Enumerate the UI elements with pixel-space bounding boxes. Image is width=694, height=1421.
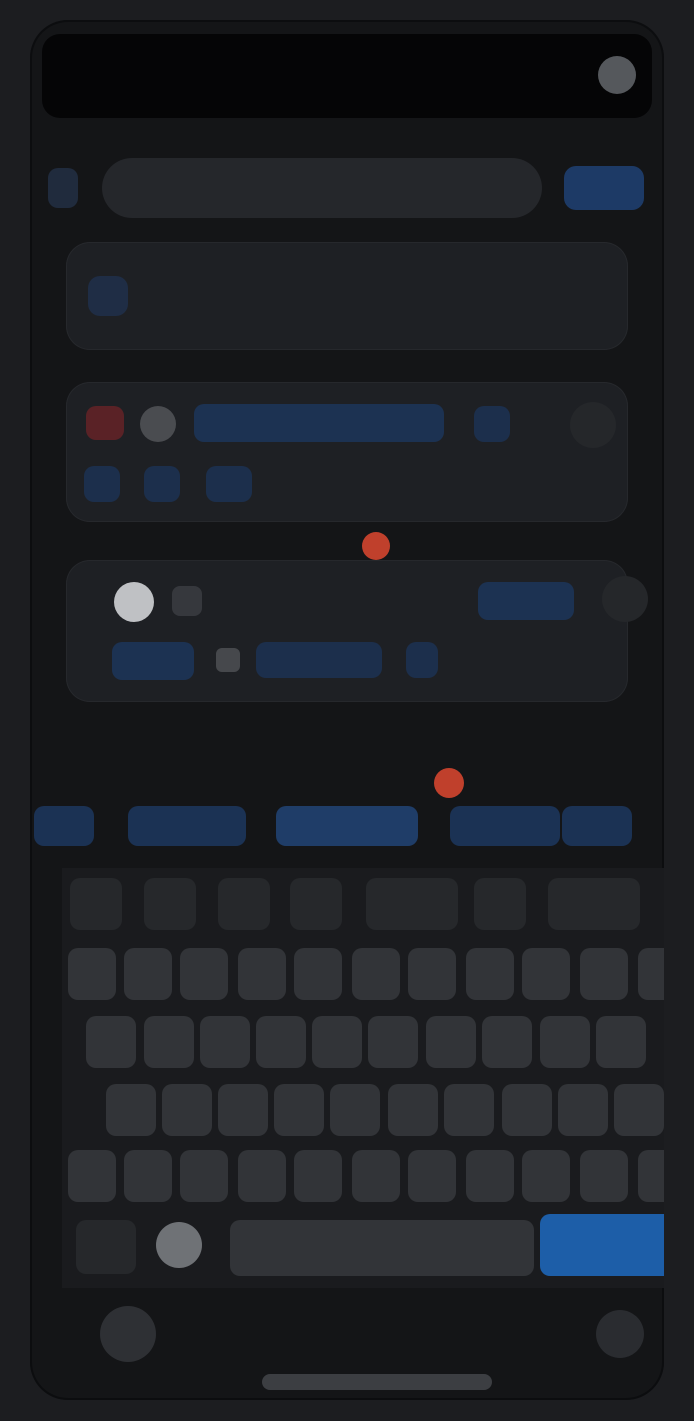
key[interactable]	[352, 948, 400, 1000]
key[interactable]	[70, 878, 122, 930]
address-bar-row	[44, 158, 650, 218]
key[interactable]	[256, 1016, 306, 1068]
key[interactable]	[522, 948, 570, 1000]
toolbar-button-5[interactable]	[562, 806, 632, 846]
notification-badge	[362, 532, 390, 560]
key[interactable]	[408, 948, 456, 1000]
search-card[interactable]	[66, 242, 628, 350]
tag-chip-3[interactable]	[206, 466, 252, 502]
key[interactable]	[238, 1150, 286, 1202]
key[interactable]	[218, 1084, 268, 1136]
toolbar-button-3[interactable]	[276, 806, 418, 846]
key[interactable]	[638, 948, 664, 1000]
key[interactable]	[368, 1016, 418, 1068]
key[interactable]	[124, 1150, 172, 1202]
key[interactable]	[200, 1016, 250, 1068]
backspace-key[interactable]	[638, 1150, 664, 1202]
key[interactable]	[68, 948, 116, 1000]
keyboard-toolbar	[34, 796, 664, 856]
more-icon[interactable]	[602, 576, 648, 622]
phone-screen	[30, 20, 664, 1400]
card-link[interactable]	[112, 642, 194, 680]
home-indicator[interactable]	[262, 1374, 492, 1390]
key[interactable]	[474, 878, 526, 930]
key[interactable]	[596, 1016, 646, 1068]
status-time	[116, 60, 212, 90]
avatar	[140, 406, 176, 442]
key[interactable]	[312, 1016, 362, 1068]
keyboard-go-button[interactable]	[540, 1214, 664, 1276]
battery-icon	[598, 56, 636, 94]
key[interactable]	[444, 1084, 494, 1136]
key[interactable]	[106, 1084, 156, 1136]
address-go-button[interactable]	[564, 166, 644, 210]
key[interactable]	[144, 1016, 194, 1068]
status-indicators	[502, 64, 582, 88]
key[interactable]	[180, 1150, 228, 1202]
space-bar[interactable]	[230, 1220, 534, 1276]
toolbar-button-4[interactable]	[450, 806, 560, 846]
url-field[interactable]	[102, 158, 542, 218]
search-query	[146, 278, 546, 314]
key[interactable]	[558, 1084, 608, 1136]
key[interactable]	[502, 1084, 552, 1136]
tag-chip-wide[interactable]	[256, 642, 382, 678]
result-card-2[interactable]	[66, 560, 648, 702]
key[interactable]	[482, 1016, 532, 1068]
search-icon	[88, 276, 128, 316]
key[interactable]	[388, 1084, 438, 1136]
status-bar	[42, 34, 652, 118]
card-pill[interactable]	[478, 582, 574, 620]
key[interactable]	[466, 948, 514, 1000]
key[interactable]	[540, 1016, 590, 1068]
key[interactable]	[294, 948, 342, 1000]
avatar	[114, 582, 154, 622]
key[interactable]	[330, 1084, 380, 1136]
key[interactable]	[580, 1150, 628, 1202]
key[interactable]	[86, 1016, 136, 1068]
key[interactable]	[614, 1084, 664, 1136]
key[interactable]	[408, 1150, 456, 1202]
key[interactable]	[162, 1084, 212, 1136]
key[interactable]	[426, 1016, 476, 1068]
shift-key[interactable]	[68, 1150, 116, 1202]
field-label	[170, 756, 330, 788]
key[interactable]	[218, 878, 270, 930]
back-icon[interactable]	[48, 168, 78, 208]
key[interactable]	[466, 1150, 514, 1202]
numbers-key[interactable]	[76, 1220, 136, 1274]
card-pill[interactable]	[194, 404, 444, 442]
card-title	[212, 586, 452, 616]
key[interactable]	[124, 948, 172, 1000]
globe-icon[interactable]	[100, 1306, 156, 1362]
key[interactable]	[238, 948, 286, 1000]
key[interactable]	[522, 1150, 570, 1202]
link-icon[interactable]	[474, 406, 510, 442]
key[interactable]	[352, 1150, 400, 1202]
key[interactable]	[274, 1084, 324, 1136]
toolbar-button-1[interactable]	[34, 806, 94, 846]
tag-chip-small[interactable]	[406, 642, 438, 678]
key[interactable]	[294, 1150, 342, 1202]
key[interactable]	[548, 878, 640, 930]
tag-chip-2[interactable]	[144, 466, 180, 502]
microphone-icon[interactable]	[596, 1310, 644, 1358]
tag-chip-1[interactable]	[84, 466, 120, 502]
on-screen-keyboard	[62, 868, 664, 1288]
red-tag-icon	[86, 406, 124, 440]
key[interactable]	[580, 948, 628, 1000]
share-icon[interactable]	[216, 648, 240, 672]
key[interactable]	[180, 948, 228, 1000]
key[interactable]	[366, 878, 458, 930]
image-thumb-icon	[172, 586, 202, 616]
key[interactable]	[290, 878, 342, 930]
result-card-1[interactable]	[66, 382, 628, 522]
key[interactable]	[144, 878, 196, 930]
more-icon[interactable]	[570, 402, 616, 448]
toolbar-button-2[interactable]	[128, 806, 246, 846]
notification-badge-2	[434, 768, 464, 798]
emoji-icon[interactable]	[156, 1222, 202, 1268]
